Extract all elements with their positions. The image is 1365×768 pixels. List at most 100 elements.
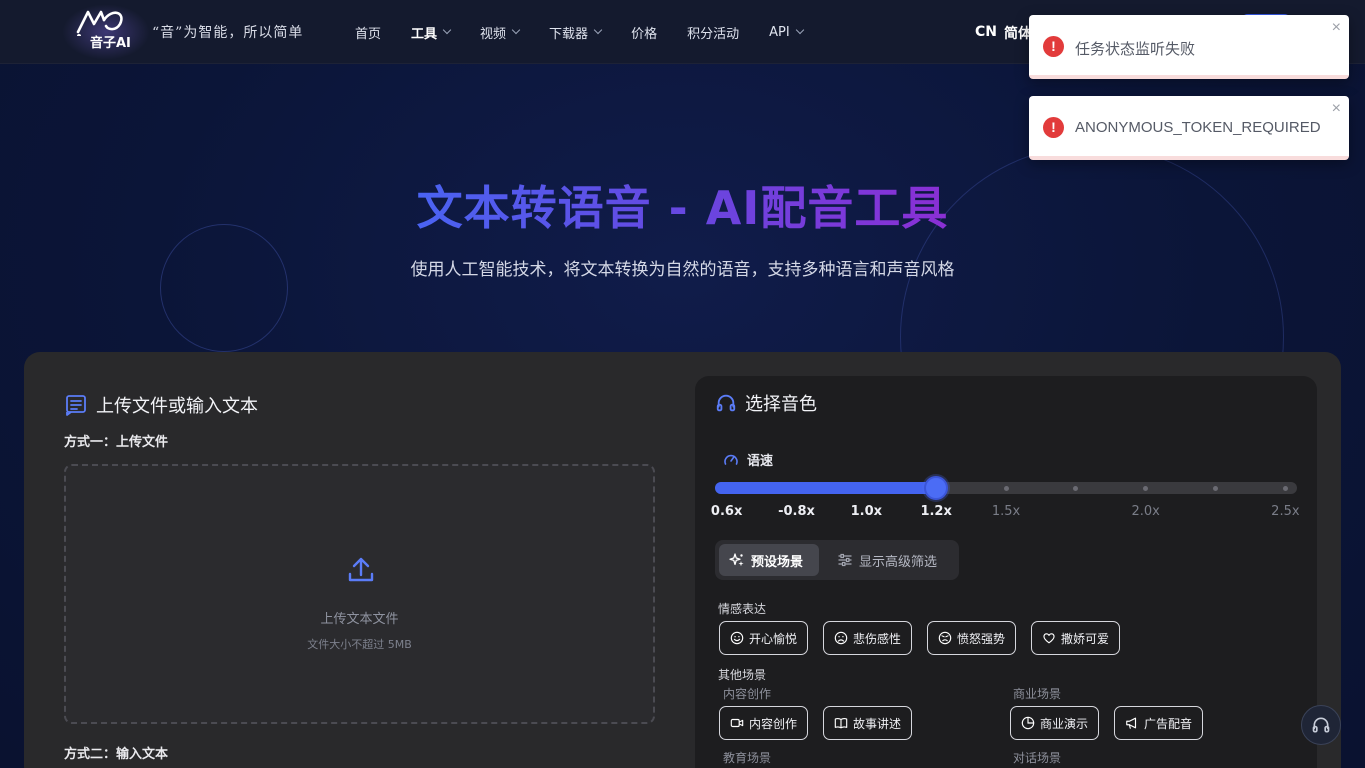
megaphone-icon <box>1126 717 1137 729</box>
business-subgroup-label: 商业场景 <box>1013 687 1062 701</box>
toast-message: ANONYMOUS_TOKEN_REQUIRED <box>1075 119 1321 136</box>
speed-slider-fill <box>715 482 937 494</box>
chip-label: 悲伤感性 <box>853 631 902 646</box>
chip-content-creation[interactable]: 内容创作 <box>719 706 809 740</box>
decorative-circle <box>160 224 288 352</box>
headphones-icon <box>1312 717 1330 733</box>
close-icon[interactable]: × <box>1332 100 1341 118</box>
chevron-down-icon <box>593 25 603 35</box>
nav-label: 视频 <box>480 26 507 42</box>
speed-tick-label[interactable]: 1.0x <box>851 504 882 519</box>
speed-slider-thumb[interactable] <box>924 476 949 500</box>
method-two-label: 方式二：输入文本 <box>64 747 169 762</box>
sliders-icon <box>838 553 852 567</box>
nav-label: 首页 <box>355 26 382 42</box>
sparkles-icon <box>729 553 744 567</box>
nav-video[interactable]: 视频 <box>480 23 521 42</box>
chip-label: 内容创作 <box>749 716 798 731</box>
smile-icon <box>730 631 744 645</box>
page-title-text: 文本转语音 - AI配音工具 <box>416 181 949 235</box>
upload-section-title: 上传文件或输入文本 <box>64 392 258 418</box>
speed-label-text: 语速 <box>747 454 774 469</box>
nav-downloader[interactable]: 下载器 <box>549 23 603 42</box>
toast-message: 任务状态监听失败 <box>1075 41 1196 58</box>
nav-label: API <box>769 24 790 40</box>
video-icon <box>730 718 744 728</box>
page: 音子AI “音”为智能，所以简单 首页 工具 视频 下载器 价格 积分活动 AP… <box>0 0 1365 768</box>
dialogue-subgroup-label: 对话场景 <box>1013 751 1062 765</box>
nav-api[interactable]: API <box>769 24 804 40</box>
tab-label: 预设场景 <box>751 554 804 570</box>
section-title-text: 选择音色 <box>745 394 817 415</box>
speed-tick-label[interactable]: 0.6x <box>711 504 742 519</box>
chip-business-presentation[interactable]: 商业演示 <box>1010 706 1100 740</box>
language-selector[interactable]: 简体 <box>1004 23 1032 43</box>
education-subgroup-label: 教育场景 <box>723 751 772 765</box>
upload-hint: 文件大小不超过 5MB <box>307 638 412 651</box>
tab-advanced-filter[interactable]: 显示高级筛选 <box>837 544 937 576</box>
chip-label: 故事讲述 <box>853 716 902 731</box>
speed-step-dot <box>1073 486 1079 491</box>
speed-label: 语速 <box>723 450 773 469</box>
language-code[interactable]: CN <box>975 24 997 40</box>
tts-card: 上传文件或输入文本 方式一：上传文件 上传文本文件 文件大小不超过 5MB 方式… <box>24 352 1341 768</box>
gauge-icon <box>724 454 738 465</box>
headphones-icon <box>716 394 736 412</box>
logo[interactable]: 音子AI <box>62 4 150 60</box>
speed-tick-label[interactable]: 1.5x <box>992 504 1020 519</box>
support-button[interactable] <box>1301 705 1341 745</box>
chip-sad[interactable]: 悲伤感性 <box>823 621 913 655</box>
nav-label: 下载器 <box>549 26 589 42</box>
error-icon: ! <box>1043 117 1064 138</box>
chevron-down-icon <box>442 25 452 35</box>
nav-label: 工具 <box>411 26 438 42</box>
nav-home[interactable]: 首页 <box>355 23 381 42</box>
nav-label: 价格 <box>631 26 658 42</box>
speed-tick-label[interactable]: -0.8x <box>778 504 815 519</box>
book-icon <box>834 718 848 729</box>
chevron-down-icon <box>511 25 521 35</box>
speed-slider[interactable] <box>715 476 1297 500</box>
speed-tick-label[interactable]: 2.0x <box>1131 504 1159 519</box>
chip-label: 撒娇可爱 <box>1061 631 1110 646</box>
angry-icon <box>938 631 952 645</box>
document-text-icon <box>66 395 86 416</box>
chip-storytelling[interactable]: 故事讲述 <box>823 706 913 740</box>
upload-icon <box>348 557 374 582</box>
speed-tick-label[interactable]: 2.5x <box>1271 504 1299 519</box>
chevron-down-icon <box>795 25 804 35</box>
error-toast: ! ANONYMOUS_TOKEN_REQUIRED × <box>1029 96 1349 160</box>
voice-panel: 选择音色 语速 0.6x -0.8x 1.0x 1.2x 1.5x 2.0x 2.5x <box>695 376 1317 768</box>
chip-ad-voiceover[interactable]: 广告配音 <box>1114 706 1204 740</box>
tab-label: 显示高级筛选 <box>859 554 938 570</box>
file-dropzone[interactable]: 上传文本文件 文件大小不超过 5MB <box>64 464 655 724</box>
chip-cute[interactable]: 撒娇可爱 <box>1031 621 1121 655</box>
page-title: 文本转语音 - AI配音工具 <box>0 172 1365 238</box>
chip-happy[interactable]: 开心愉悦 <box>719 621 809 655</box>
tab-preset-scenes[interactable]: 预设场景 <box>719 544 819 576</box>
chip-angry[interactable]: 愤怒强势 <box>927 621 1017 655</box>
pie-chart-icon <box>1021 716 1035 730</box>
main-nav: 首页 工具 视频 下载器 价格 积分活动 API <box>355 0 833 64</box>
voice-section-title: 选择音色 <box>715 390 817 416</box>
upload-text: 上传文本文件 <box>320 612 399 627</box>
error-toast: ! 任务状态监听失败 × <box>1029 15 1349 79</box>
method-one-label: 方式一：上传文件 <box>64 435 169 450</box>
nav-tools[interactable]: 工具 <box>411 23 452 42</box>
nav-pricing[interactable]: 价格 <box>631 23 657 42</box>
speed-step-dot <box>1143 486 1149 491</box>
error-icon: ! <box>1043 36 1064 57</box>
speed-step-dot <box>1282 486 1288 491</box>
close-icon[interactable]: × <box>1332 19 1341 37</box>
speed-tick-label[interactable]: 1.2x <box>920 504 951 519</box>
other-group-label: 其他场景 <box>718 668 767 682</box>
chip-label: 广告配音 <box>1144 716 1193 731</box>
logo-text: 音子AI <box>90 36 131 51</box>
heart-icon <box>1043 633 1055 644</box>
speed-step-dot <box>1213 486 1219 491</box>
chip-label: 愤怒强势 <box>957 631 1006 646</box>
section-title-text: 上传文件或输入文本 <box>96 396 258 417</box>
emotion-group-label: 情感表达 <box>718 602 767 616</box>
nav-points-activity[interactable]: 积分活动 <box>687 23 739 42</box>
content-subgroup-label: 内容创作 <box>723 687 772 701</box>
